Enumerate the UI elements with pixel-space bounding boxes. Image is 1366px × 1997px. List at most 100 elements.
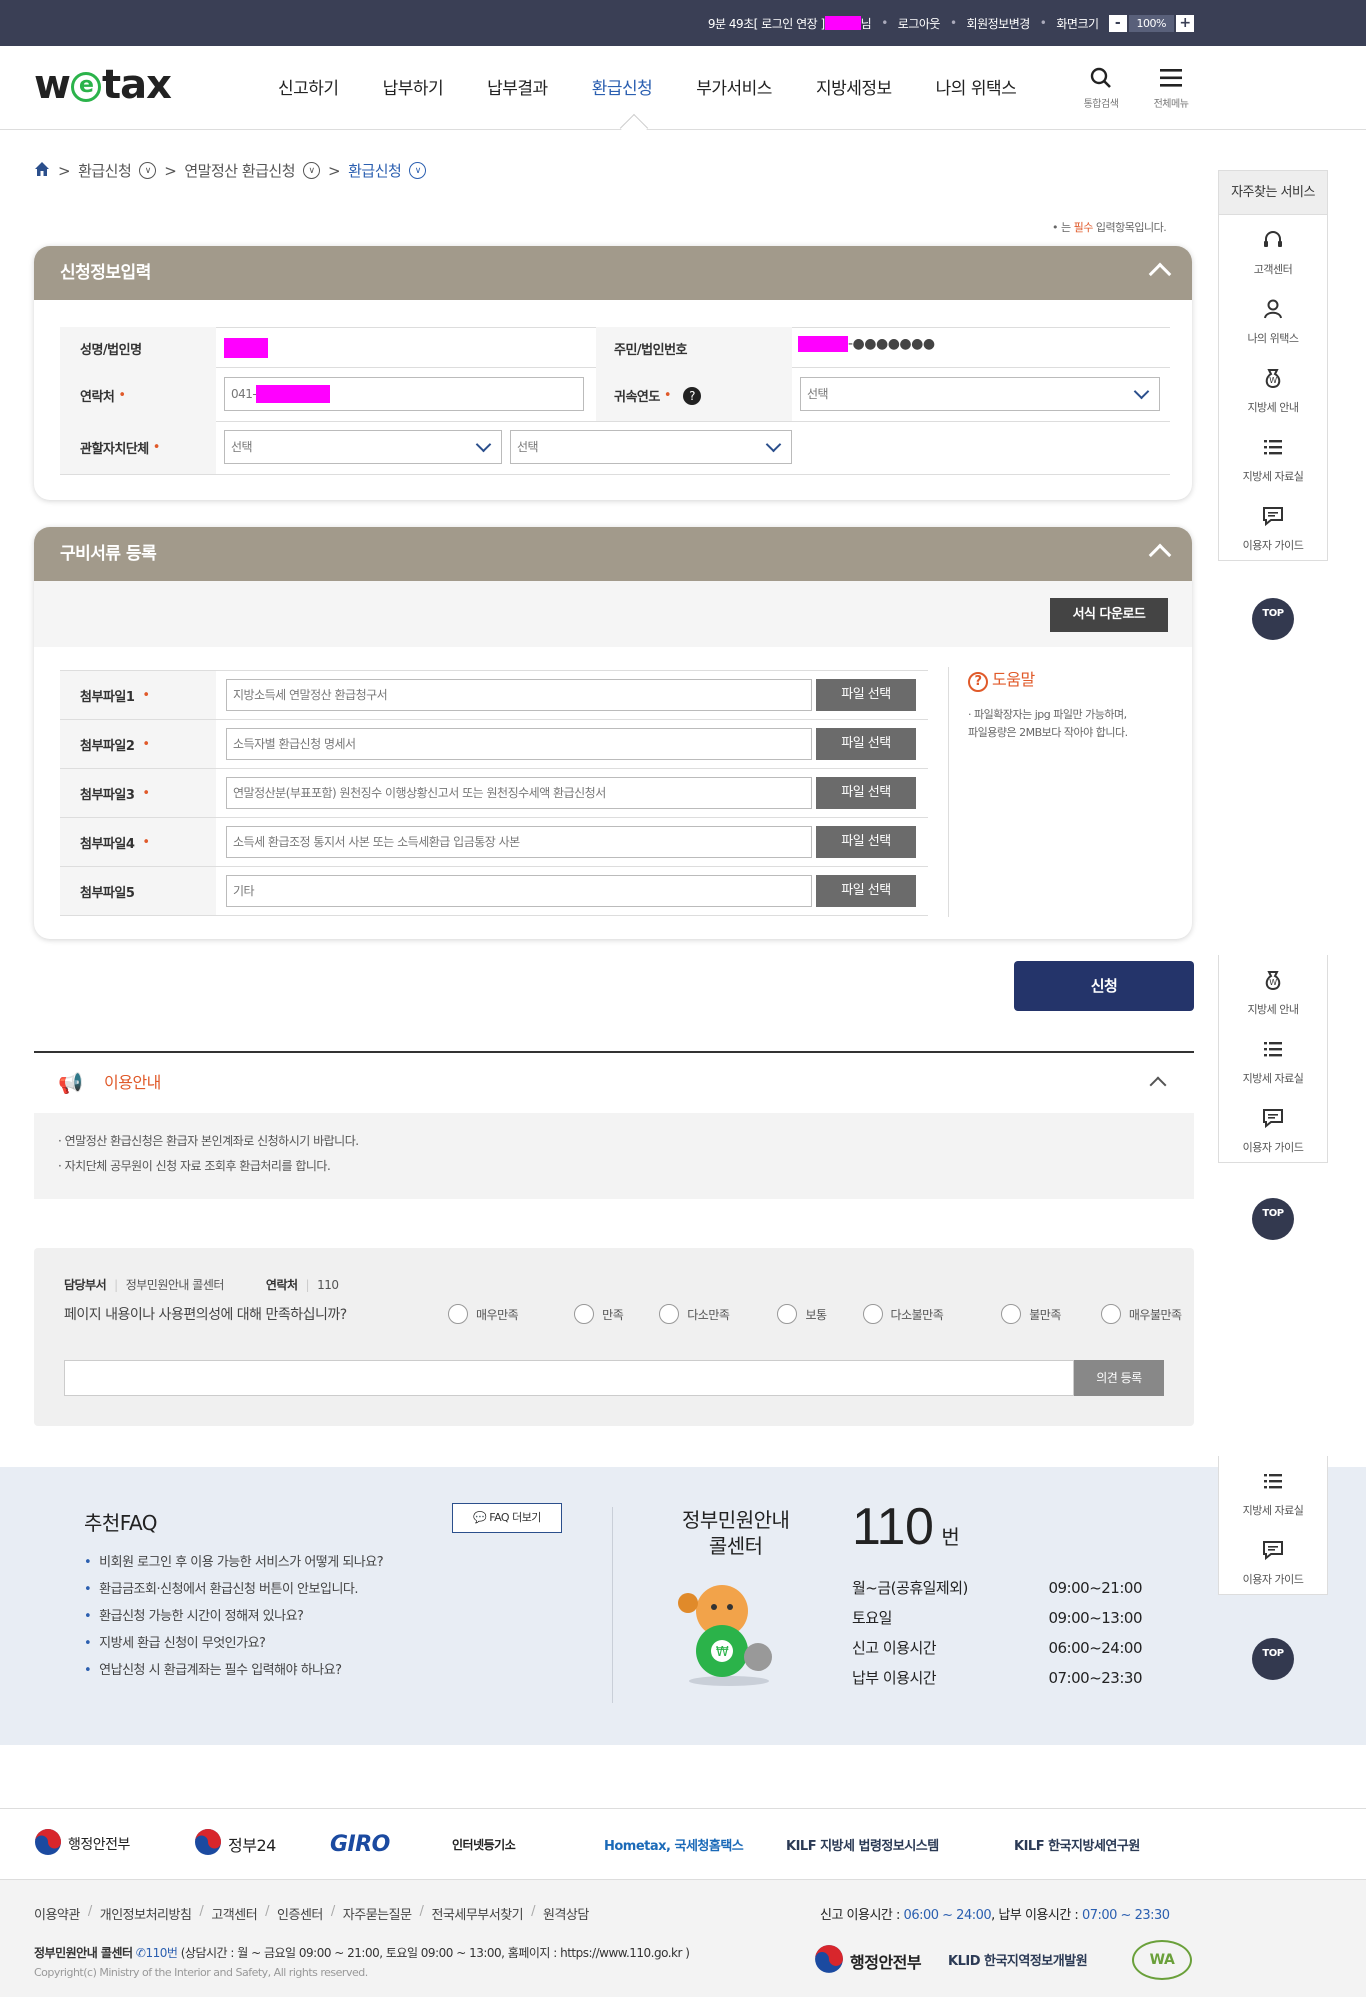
radio-button[interactable]: [448, 1304, 468, 1324]
radio-button[interactable]: [659, 1304, 680, 1324]
quick-item-my-wetax[interactable]: 나의 위택스: [1219, 284, 1327, 353]
faq-item[interactable]: • 지방세 환급 신청이 무엇인가요?: [84, 1630, 383, 1657]
callcenter-title-line: 콜센터: [708, 1534, 763, 1558]
help-icon[interactable]: ?: [683, 386, 702, 405]
file-select-button[interactable]: 파일 선택: [816, 777, 916, 809]
breadcrumb-item[interactable]: 환급신청: [78, 160, 132, 181]
scroll-top-button[interactable]: TOP: [1252, 1638, 1294, 1680]
file-path-input[interactable]: 연말정산분(부표포함) 원천징수 이행상황신고서 또는 원천징수세액 환급신청서: [226, 777, 812, 809]
chevron-up-icon[interactable]: [1148, 262, 1172, 286]
quick-item-user-guide[interactable]: 이용자 가이드: [1219, 1093, 1327, 1162]
quick-menu: 지방세 자료실 이용자 가이드: [1218, 1456, 1328, 1595]
chevron-up-icon[interactable]: [1149, 1076, 1167, 1094]
footer-link[interactable]: 자주묻는질문: [343, 1904, 412, 1923]
quick-item-local-tax-archive[interactable]: 지방세 자료실: [1219, 1024, 1327, 1093]
partner-kilf-law[interactable]: KILF 지방세 법령정보시스템: [786, 1835, 939, 1854]
option-label: 만족: [602, 1307, 624, 1322]
nav-local-tax-info[interactable]: 지방세정보: [816, 74, 892, 99]
radio-button[interactable]: [1001, 1304, 1022, 1324]
rating-option[interactable]: 보통: [777, 1304, 827, 1324]
breadcrumb-current[interactable]: 환급신청: [348, 160, 402, 181]
quick-item-user-guide[interactable]: 이용자 가이드: [1219, 1525, 1327, 1594]
opinion-submit-button[interactable]: 의견 등록: [1074, 1360, 1164, 1396]
nav-refund[interactable]: 환급신청: [592, 74, 653, 99]
logout-link[interactable]: 로그아웃: [898, 15, 941, 32]
footer-link[interactable]: 고객센터: [211, 1904, 257, 1923]
radio-button[interactable]: [1100, 1304, 1121, 1324]
region-select-2[interactable]: 선택: [510, 430, 792, 464]
form-download-button[interactable]: 서식 다운로드: [1050, 598, 1168, 632]
member-edit-link[interactable]: 회원정보변경: [967, 15, 1031, 32]
site-header: w e tax 신고하기 납부하기 납부결과 환급신청 부가서비스 지방세정보 나의…: [0, 46, 1366, 143]
footer-link[interactable]: 인증센터: [277, 1904, 323, 1923]
chevron-up-icon[interactable]: [1148, 543, 1172, 567]
quick-item-customer-center[interactable]: 고객센터: [1219, 215, 1327, 284]
panel-header[interactable]: 신청정보입력: [34, 246, 1192, 300]
radio-button[interactable]: [777, 1304, 798, 1324]
radio-button[interactable]: [574, 1304, 595, 1324]
rating-option[interactable]: 만족: [574, 1304, 624, 1324]
guide-header[interactable]: 📢 이용안내: [34, 1053, 1194, 1113]
session-timer[interactable]: 9분 49초[ 로그인 연장 ]: [708, 15, 825, 32]
faq-item[interactable]: • 환급금조회·신청에서 환급신청 버튼이 안보입니다.: [84, 1576, 383, 1603]
file-path-input[interactable]: 소득세 환급조정 통지서 사본 또는 소득세환급 입금통장 사본: [226, 826, 812, 858]
faq-more-button[interactable]: 💬 FAQ 더보기: [452, 1503, 562, 1533]
file-select-button[interactable]: 파일 선택: [816, 728, 916, 760]
nav-pay[interactable]: 납부하기: [383, 74, 444, 99]
quick-item-user-guide[interactable]: 이용자 가이드: [1219, 491, 1327, 560]
nav-pay-result[interactable]: 납부결과: [487, 74, 548, 99]
chevron-down-icon[interactable]: ∨: [409, 162, 427, 179]
faq-item[interactable]: • 환급신청 가능한 시간이 정해져 있나요?: [84, 1603, 383, 1630]
nav-report[interactable]: 신고하기: [278, 74, 339, 99]
file-select-button[interactable]: 파일 선택: [816, 826, 916, 858]
quick-item-local-tax-archive[interactable]: 지방세 자료실: [1219, 422, 1327, 491]
submit-button[interactable]: 신청: [1014, 961, 1194, 1011]
panel-header[interactable]: 구비서류 등록: [34, 527, 1192, 581]
zoom-in-button[interactable]: +: [1176, 14, 1194, 32]
footer-link[interactable]: 개인정보처리방침: [100, 1904, 192, 1923]
footer-link[interactable]: 원격상담: [543, 1904, 589, 1923]
chevron-down-icon[interactable]: ∨: [303, 162, 321, 179]
file-select-button[interactable]: 파일 선택: [816, 679, 916, 711]
file-path-input[interactable]: 기타: [226, 875, 812, 907]
rating-option[interactable]: 다소불만족: [862, 1304, 944, 1324]
rating-option[interactable]: 매우불만족: [1100, 1304, 1182, 1324]
faq-item-text: 지방세 환급 신청이 무엇인가요?: [99, 1636, 266, 1651]
contact-input[interactable]: 041-: [224, 377, 584, 411]
scroll-top-button[interactable]: TOP: [1252, 598, 1294, 640]
scroll-top-button[interactable]: TOP: [1252, 1198, 1294, 1240]
quick-item-local-tax-guide[interactable]: W 지방세 안내: [1219, 955, 1327, 1024]
rating-option[interactable]: 매우만족: [448, 1304, 519, 1324]
hours-row: 토요일 09:00~13:00: [852, 1603, 1142, 1633]
faq-item[interactable]: • 비회원 로그인 후 이용 가능한 서비스가 어떻게 되나요?: [84, 1549, 384, 1576]
partner-giro[interactable]: GIRO: [330, 1832, 390, 1857]
rating-option[interactable]: 다소만족: [659, 1304, 730, 1324]
partner-iros[interactable]: 인터넷등기소: [452, 1836, 516, 1853]
chevron-down-icon[interactable]: ∨: [139, 162, 157, 179]
home-icon[interactable]: [34, 161, 50, 181]
partner-mois[interactable]: 행정안전부: [34, 1828, 130, 1860]
breadcrumb-item[interactable]: 연말정산 환급신청: [184, 160, 295, 181]
region-select-1[interactable]: 선택: [224, 430, 502, 464]
quick-item-local-tax-guide[interactable]: W 지방세 안내: [1219, 353, 1327, 422]
total-search-button[interactable]: 통합검색: [1076, 66, 1126, 110]
zoom-out-button[interactable]: -: [1108, 14, 1127, 32]
file-select-button[interactable]: 파일 선택: [816, 875, 916, 907]
partner-gov24[interactable]: 정부24: [194, 1828, 276, 1860]
opinion-input[interactable]: [64, 1360, 1074, 1396]
nav-my-wetax[interactable]: 나의 위택스: [936, 74, 1017, 99]
nav-extra-service[interactable]: 부가서비스: [696, 74, 772, 99]
footer-link[interactable]: 이용약관: [34, 1904, 80, 1923]
file-path-input[interactable]: 소득자별 환급신청 명세서: [226, 728, 812, 760]
rating-option[interactable]: 불만족: [1001, 1304, 1061, 1324]
faq-item[interactable]: • 연납신청 시 환급계좌는 필수 입력해야 하나요?: [84, 1657, 383, 1684]
partner-hometax[interactable]: Hometax, 국세청홈택스: [604, 1835, 744, 1854]
wetax-logo[interactable]: w e tax: [34, 62, 172, 108]
all-menu-button[interactable]: 전체메뉴: [1146, 66, 1196, 110]
file-path-input[interactable]: 지방소득세 연말정산 환급청구서: [226, 679, 812, 711]
quick-item-local-tax-archive[interactable]: 지방세 자료실: [1219, 1456, 1327, 1525]
radio-button[interactable]: [862, 1304, 883, 1324]
footer-link[interactable]: 전국세무부서찾기: [431, 1904, 523, 1923]
year-select[interactable]: 선택: [800, 377, 1160, 411]
partner-kilf[interactable]: KILF 한국지방세연구원: [1014, 1835, 1140, 1854]
